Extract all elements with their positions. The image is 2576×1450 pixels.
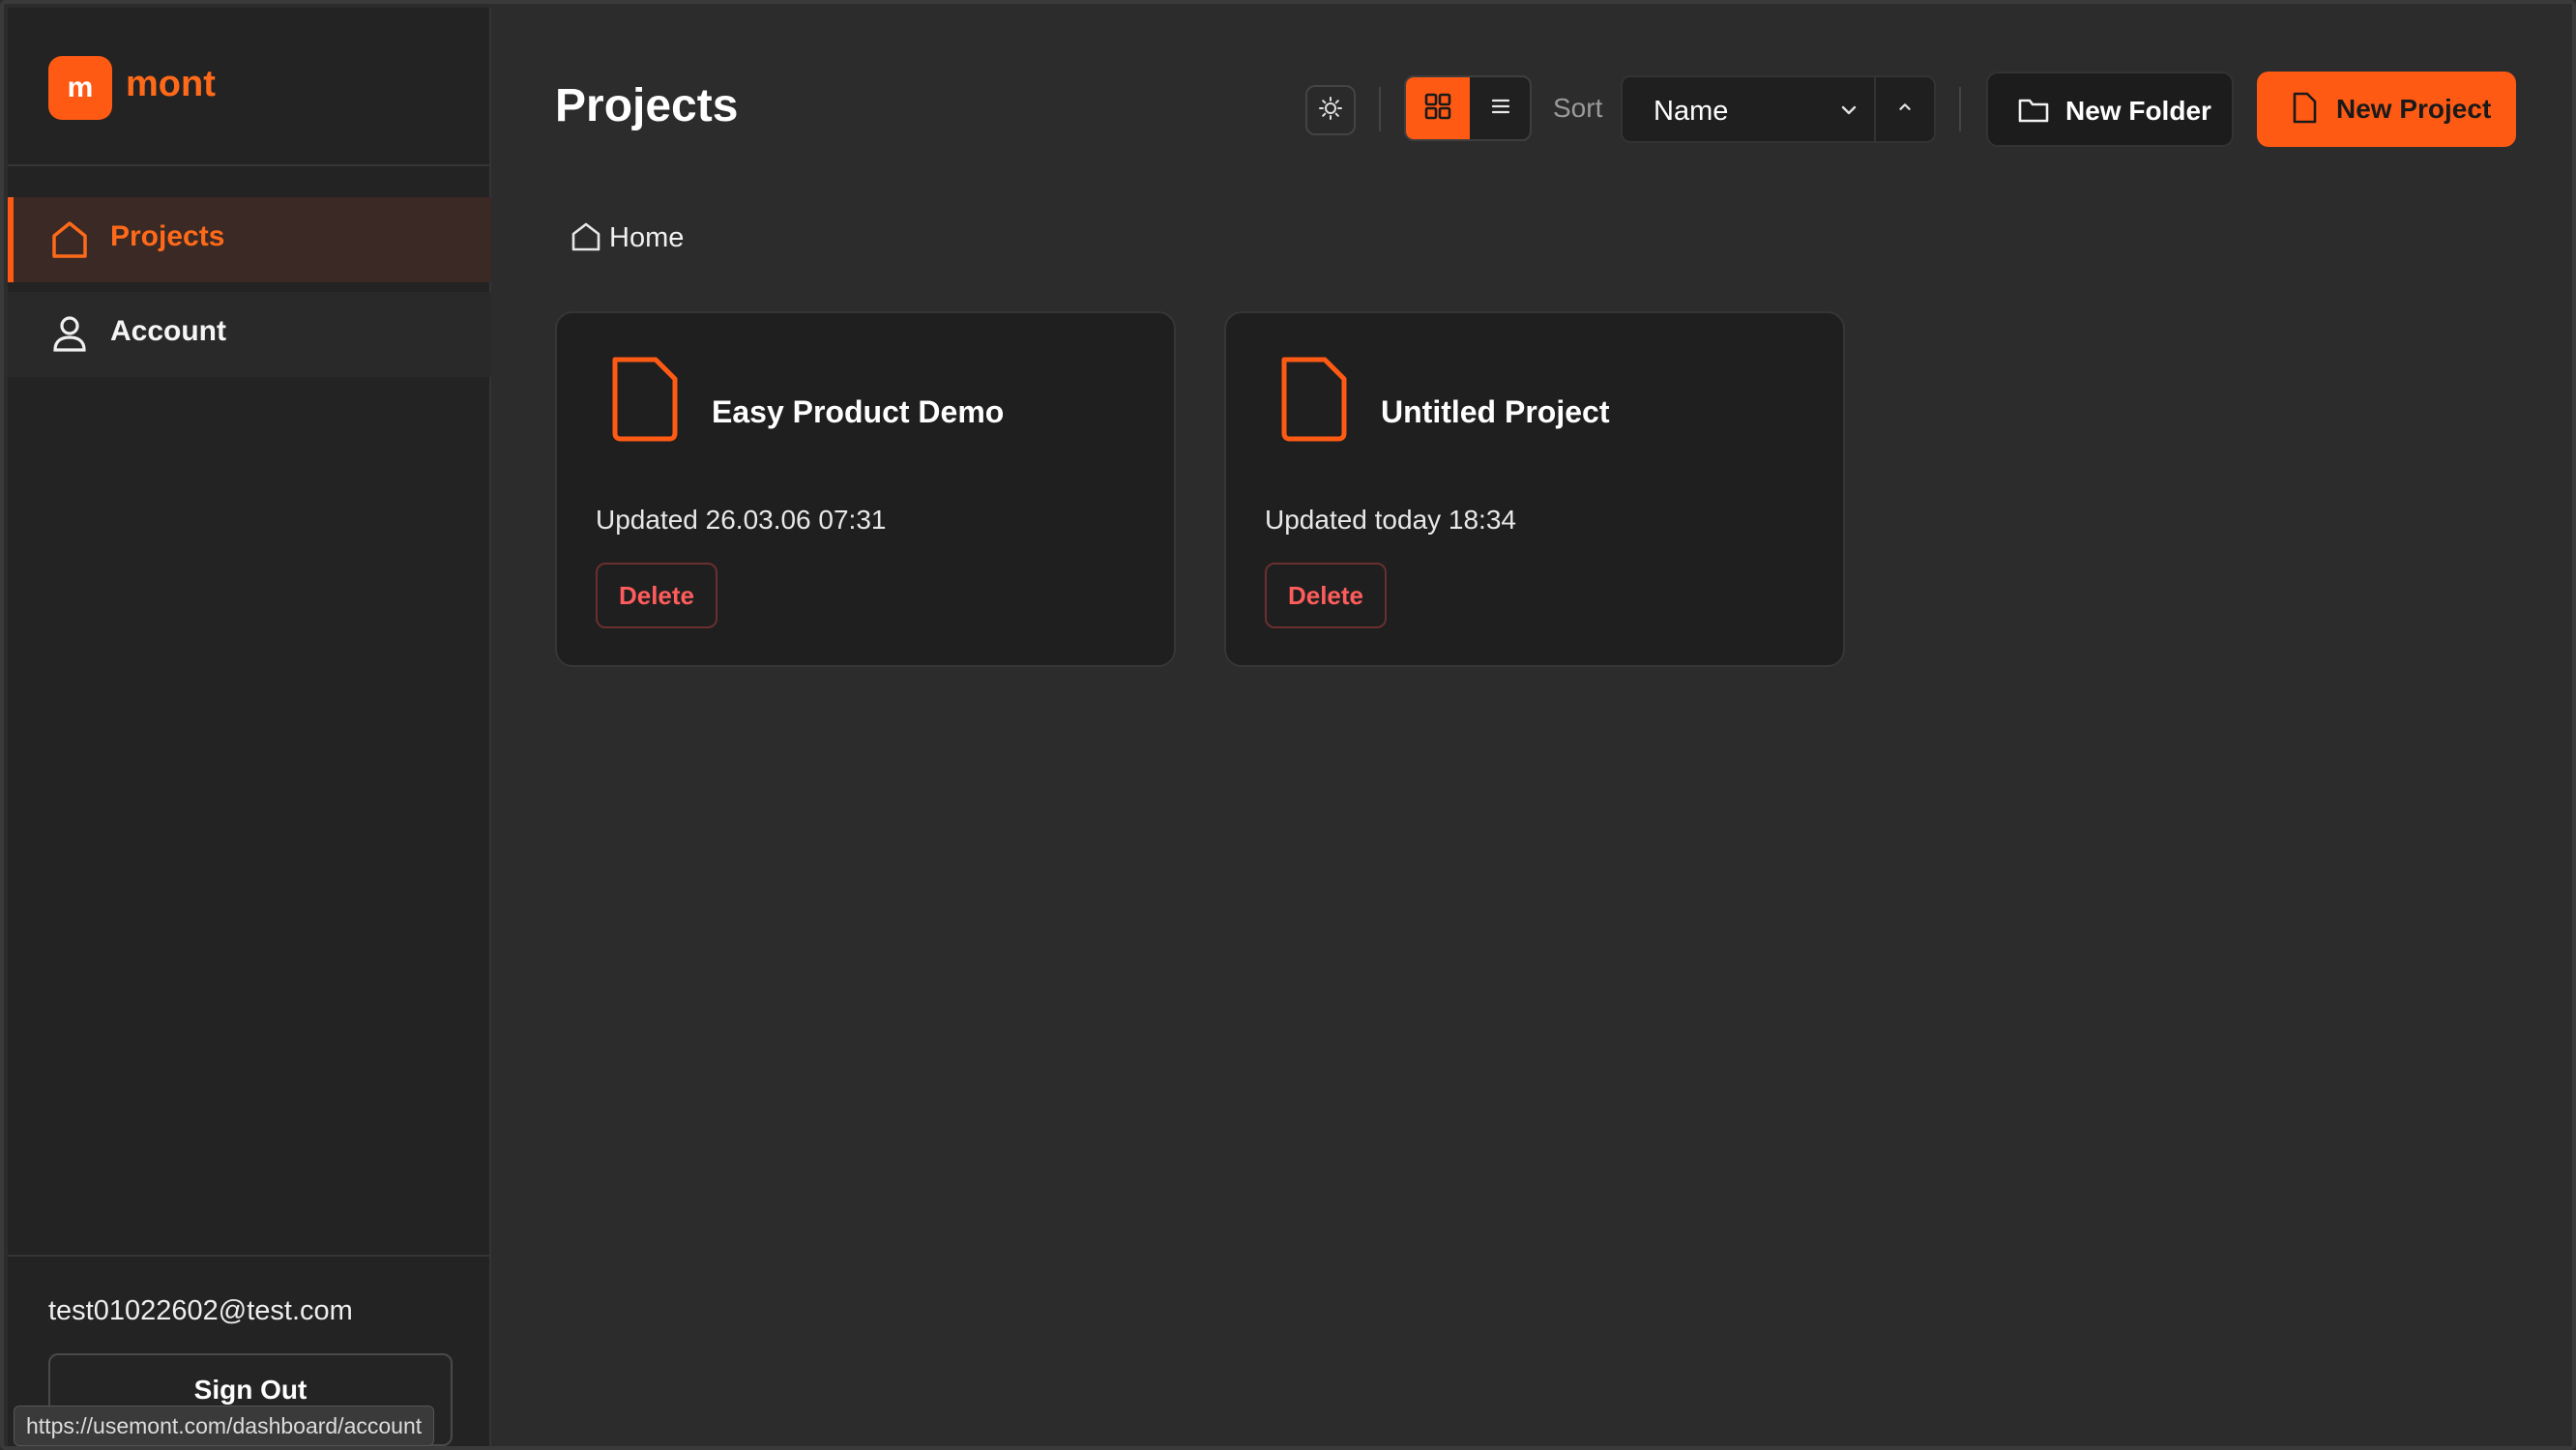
- project-updated: Updated today 18:34: [1265, 505, 1516, 535]
- new-folder-label: New Folder: [2065, 96, 2211, 126]
- project-card[interactable]: Untitled Project Updated today 18:34 Del…: [1224, 311, 1845, 667]
- status-bar-url: https://usemont.com/dashboard/account: [14, 1406, 435, 1446]
- page-title: Projects: [555, 80, 739, 131]
- project-title[interactable]: Easy Product Demo: [712, 394, 1004, 430]
- sort-select[interactable]: Name: [1621, 75, 1876, 143]
- sidebar-item-label: Projects: [110, 220, 225, 252]
- home-icon: [50, 218, 89, 261]
- chevron-up-icon: [1894, 97, 1916, 123]
- chevron-down-icon: [1837, 99, 1860, 127]
- delete-project-button[interactable]: Delete: [1265, 563, 1387, 628]
- grid-view-button[interactable]: [1406, 77, 1470, 139]
- folder-icon: [2017, 95, 2050, 132]
- brand-logo[interactable]: m: [48, 56, 112, 120]
- theme-toggle-button[interactable]: [1305, 85, 1356, 135]
- file-icon: [2290, 91, 2319, 132]
- brand-name[interactable]: mont: [126, 64, 216, 105]
- toolbar-divider: [1959, 87, 1961, 131]
- user-email: test01022602@test.com: [48, 1295, 353, 1326]
- new-folder-button[interactable]: New Folder: [1986, 72, 2234, 147]
- file-icon: [607, 356, 681, 448]
- file-icon: [1276, 356, 1350, 448]
- list-icon: [1489, 95, 1512, 123]
- list-view-button[interactable]: [1470, 77, 1530, 139]
- sidebar-item-account[interactable]: Account: [8, 292, 491, 377]
- project-card[interactable]: Easy Product Demo Updated 26.03.06 07:31…: [555, 311, 1176, 667]
- new-project-button[interactable]: New Project: [2257, 72, 2516, 147]
- view-mode-toggle: [1404, 75, 1532, 141]
- sidebar: m mont Projects Account test01022602@tes…: [8, 8, 491, 1446]
- project-updated: Updated 26.03.06 07:31: [596, 505, 887, 535]
- sort-selected-value: Name: [1654, 96, 1729, 127]
- toolbar-divider: [1379, 87, 1381, 131]
- sidebar-item-projects[interactable]: Projects: [8, 197, 491, 282]
- home-icon: [571, 220, 601, 258]
- grid-icon: [1423, 92, 1452, 126]
- sort-label: Sort: [1553, 93, 1603, 123]
- delete-project-button[interactable]: Delete: [596, 563, 717, 628]
- app-window: m mont Projects Account test01022602@tes…: [0, 0, 2576, 1450]
- project-title[interactable]: Untitled Project: [1381, 394, 1609, 430]
- brand: m mont: [8, 8, 491, 166]
- sidebar-item-label: Account: [110, 315, 226, 347]
- breadcrumb-home[interactable]: Home: [609, 222, 684, 254]
- user-icon: [50, 313, 89, 356]
- sort-direction-button[interactable]: [1874, 75, 1936, 143]
- sun-icon: [1318, 96, 1343, 126]
- new-project-label: New Project: [2336, 94, 2492, 124]
